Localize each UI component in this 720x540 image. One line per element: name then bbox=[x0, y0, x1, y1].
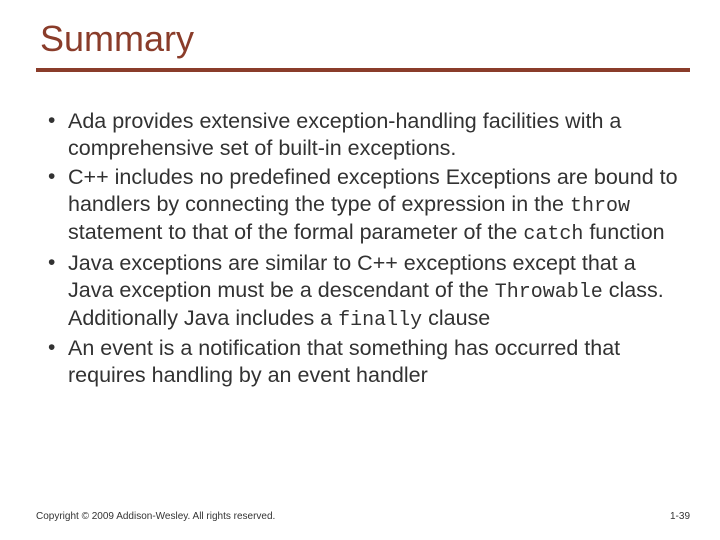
page-number: 1-39 bbox=[670, 511, 690, 522]
copyright-text: Copyright © 2009 Addison-Wesley. All rig… bbox=[36, 511, 275, 522]
body-text: clause bbox=[422, 306, 490, 330]
list-item: Ada provides extensive exception-handlin… bbox=[46, 108, 682, 162]
code-text: Throwable bbox=[495, 281, 603, 304]
list-item: An event is a notification that somethin… bbox=[46, 335, 682, 389]
footer: Copyright © 2009 Addison-Wesley. All rig… bbox=[36, 511, 690, 522]
code-text: throw bbox=[570, 195, 630, 218]
body-text: Ada provides extensive exception-handlin… bbox=[68, 109, 621, 160]
code-text: finally bbox=[338, 309, 422, 332]
bullet-list: Ada provides extensive exception-handlin… bbox=[36, 108, 690, 389]
body-text: function bbox=[583, 220, 664, 244]
list-item: Java exceptions are similar to C++ excep… bbox=[46, 250, 682, 333]
page-title: Summary bbox=[40, 18, 690, 60]
code-text: catch bbox=[523, 223, 583, 246]
body-text: statement to that of the formal paramete… bbox=[68, 220, 523, 244]
body-text: An event is a notification that somethin… bbox=[68, 336, 620, 387]
list-item: C++ includes no predefined exceptions Ex… bbox=[46, 164, 682, 247]
title-rule bbox=[36, 68, 690, 72]
slide: Summary Ada provides extensive exception… bbox=[0, 0, 720, 540]
